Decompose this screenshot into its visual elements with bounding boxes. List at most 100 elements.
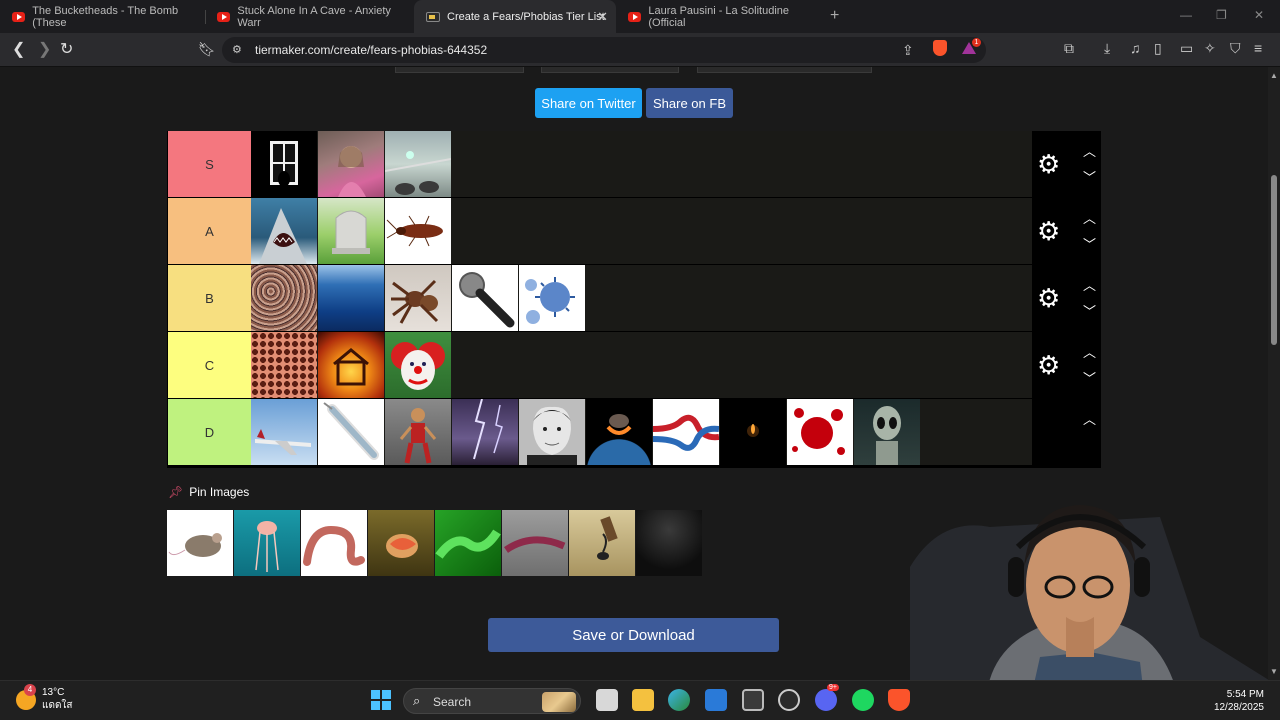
move-up-icon[interactable]: ︿ <box>1083 409 1096 428</box>
tier-item-tarantula[interactable] <box>385 265 451 331</box>
tier-item-airplane[interactable] <box>251 399 317 465</box>
tier-item-dark-window[interactable] <box>251 131 317 197</box>
settings-gear-icon[interactable]: ⚙ <box>1037 285 1060 311</box>
page-scrollbar[interactable]: ▲ ▼ <box>1268 67 1280 680</box>
site-settings-icon[interactable]: ⚙ <box>232 43 242 56</box>
partial-button[interactable] <box>541 67 679 73</box>
file-explorer-icon[interactable] <box>632 689 654 711</box>
scroll-thumb[interactable] <box>1271 175 1277 345</box>
obs-icon[interactable] <box>778 689 800 711</box>
tier-label[interactable]: C <box>168 332 251 398</box>
tier-item-alien[interactable] <box>854 399 920 465</box>
pool-item-green-snake[interactable] <box>435 510 501 576</box>
download-icon[interactable]: ⤓ <box>1104 40 1110 57</box>
tier-item-asteroid-earth[interactable] <box>586 399 652 465</box>
tier-item-marionette-doll[interactable] <box>385 399 451 465</box>
tier-item-crowd[interactable] <box>251 265 317 331</box>
edge-icon[interactable] <box>668 689 690 711</box>
tier-item-lightning-storm[interactable] <box>452 399 518 465</box>
tier-item-knot[interactable] <box>653 399 719 465</box>
move-up-icon[interactable]: ︿ <box>1083 141 1096 160</box>
app-icon[interactable] <box>742 689 764 711</box>
scroll-down-icon[interactable]: ▼ <box>1270 667 1278 676</box>
pool-item-lizard[interactable] <box>368 510 434 576</box>
brave-browser-icon[interactable] <box>888 689 910 711</box>
system-clock[interactable]: 5:54 PM 12/28/2025 <box>1200 688 1264 714</box>
move-down-icon[interactable]: ﹀ <box>1083 368 1096 387</box>
taskbar-search[interactable]: ⌕ Search <box>403 688 581 714</box>
tier-label[interactable]: D <box>168 399 251 465</box>
partial-button[interactable] <box>395 67 524 73</box>
move-down-icon[interactable]: ﹀ <box>1083 167 1096 186</box>
spotify-icon[interactable] <box>852 689 874 711</box>
pool-item-mouse[interactable] <box>167 510 233 576</box>
tier-item-man-portrait[interactable] <box>519 399 585 465</box>
tab-laura-pausini[interactable]: Laura Pausini - La Solitudine (Official <box>616 0 821 33</box>
settings-gear-icon[interactable]: ⚙ <box>1037 352 1060 378</box>
minimize-icon[interactable]: — <box>1180 8 1192 22</box>
menu-icon[interactable]: ≡ <box>1254 40 1262 56</box>
tier-item-gravestone[interactable] <box>318 198 384 264</box>
tier-items[interactable] <box>251 131 1032 197</box>
tier-item-cockroach[interactable] <box>385 198 451 264</box>
scroll-up-icon[interactable]: ▲ <box>1270 71 1278 80</box>
settings-gear-icon[interactable]: ⚙ <box>1037 218 1060 244</box>
share-icon[interactable]: ⇪ <box>902 42 914 59</box>
restore-icon[interactable]: ❐ <box>1216 8 1227 22</box>
pool-item-centipede[interactable] <box>502 510 568 576</box>
new-tab-button[interactable]: + <box>830 7 839 25</box>
share-fb-button[interactable]: Share on FB <box>646 88 733 118</box>
pool-item-scorpion[interactable] <box>569 510 635 576</box>
move-up-icon[interactable]: ︿ <box>1083 275 1096 294</box>
image-pool[interactable] <box>167 510 702 577</box>
tier-item-shark-attack[interactable] <box>251 198 317 264</box>
move-down-icon[interactable]: ﹀ <box>1083 301 1096 320</box>
sidebar-icon[interactable]: ▯ <box>1154 40 1162 57</box>
tier-item-deep-ocean[interactable] <box>318 265 384 331</box>
settings-gear-icon[interactable]: ⚙ <box>1037 151 1060 177</box>
microsoft-store-icon[interactable] <box>705 689 727 711</box>
tab-bucketheads[interactable]: The Bucketheads - The Bomb (These <box>0 0 205 33</box>
bookmark-icon[interactable]: 🔖︎ <box>198 41 216 58</box>
tier-item-virus[interactable] <box>519 265 585 331</box>
discord-icon[interactable]: 9+ <box>815 684 839 711</box>
tier-items[interactable] <box>251 198 1032 264</box>
tier-item-microphone[interactable] <box>452 265 518 331</box>
wallet-icon[interactable]: ▭ <box>1180 40 1193 57</box>
tier-item-trypophobia-holes[interactable] <box>251 332 317 398</box>
weather-widget[interactable]: 4 13°C แดดใส <box>16 684 72 712</box>
tier-item-house-fire[interactable] <box>318 332 384 398</box>
tier-item-syringe[interactable] <box>318 399 384 465</box>
windows-start-icon[interactable] <box>370 689 392 711</box>
tier-item-clown[interactable] <box>385 332 451 398</box>
move-up-icon[interactable]: ︿ <box>1083 208 1096 227</box>
pool-item-dark-figure[interactable] <box>636 510 702 576</box>
tier-label[interactable]: B <box>168 265 251 331</box>
leo-ai-icon[interactable]: ✧ <box>1204 40 1216 57</box>
tier-items[interactable] <box>251 265 1032 331</box>
screenshot-icon[interactable]: ⧉ <box>1064 40 1074 57</box>
tier-item-glass-floor-height[interactable] <box>385 131 451 197</box>
share-twitter-button[interactable]: Share on Twitter <box>535 88 642 118</box>
vpn-icon[interactable]: ⛉ <box>1230 40 1241 57</box>
move-up-icon[interactable]: ︿ <box>1083 342 1096 361</box>
tab-stuck-alone[interactable]: Stuck Alone In A Cave - Anxiety Warr <box>205 0 410 33</box>
tier-item-blood-splatter[interactable] <box>787 399 853 465</box>
tier-items[interactable] <box>251 332 1032 398</box>
task-view-icon[interactable] <box>596 689 618 711</box>
tier-label[interactable]: A <box>168 198 251 264</box>
pool-item-jellyfish[interactable] <box>234 510 300 576</box>
pool-item-earthworm[interactable] <box>301 510 367 576</box>
forward-icon[interactable]: ❯ <box>38 39 51 59</box>
address-bar[interactable]: ⚙ tiermaker.com/create/fears-phobias-644… <box>222 37 986 63</box>
close-tab-icon[interactable]: ✕ <box>597 9 608 25</box>
move-down-icon[interactable]: ﹀ <box>1083 234 1096 253</box>
pin-images-toggle[interactable]: 📌︎ Pin Images <box>168 485 249 499</box>
tab-tiermaker[interactable]: Create a Fears/Phobias Tier List ✕ <box>414 0 616 33</box>
tier-items[interactable] <box>251 399 1032 465</box>
tier-label[interactable]: S <box>168 131 251 197</box>
brave-shields-icon[interactable] <box>933 40 947 56</box>
tier-item-screaming-girl[interactable] <box>318 131 384 197</box>
save-download-button[interactable]: Save or Download <box>488 618 779 652</box>
back-icon[interactable]: ❮ <box>12 39 25 59</box>
